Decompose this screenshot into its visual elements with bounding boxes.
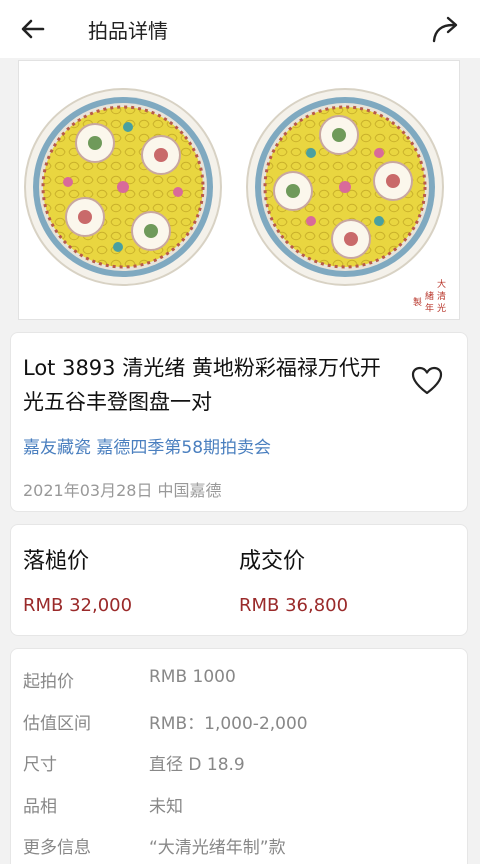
back-button[interactable]: [14, 10, 52, 48]
detail-value: 直径 D 18.9: [149, 755, 245, 775]
auction-link[interactable]: 嘉友藏瓷 嘉德四季第58期拍卖会: [23, 433, 271, 458]
details-card: 起拍价 RMB 1000 估值区间 RMB：1,000-2,000 尺寸 直径 …: [10, 648, 468, 864]
arrow-left-icon: [21, 19, 45, 39]
hammer-price-label: 落槌价: [23, 549, 90, 574]
detail-value: RMB 1000: [149, 667, 236, 687]
price-card: 落槌价 RMB 32,000 成交价 RMB 36,800: [10, 524, 468, 636]
right-plate: [246, 88, 444, 286]
share-icon: [432, 16, 458, 43]
porcelain-plates-image: 大 清 光 緒 年 製: [24, 88, 446, 314]
svg-text:光: 光: [437, 302, 446, 314]
svg-text:年: 年: [425, 302, 434, 314]
deal-price-label: 成交价: [239, 549, 306, 574]
hammer-price-value: RMB 32,000: [23, 595, 133, 616]
heart-icon: [411, 366, 443, 395]
deal-price-value: RMB 36,800: [239, 595, 349, 616]
lot-image[interactable]: 大 清 光 緒 年 製: [18, 60, 460, 320]
reign-mark: 大 清 光 緒 年 製: [413, 278, 446, 314]
page-title: 拍品详情: [88, 19, 168, 43]
svg-text:緒: 緒: [425, 290, 434, 302]
svg-text:清: 清: [437, 290, 446, 302]
lot-info-card: Lot 3893 清光绪 黄地粉彩福禄万代开光五谷丰登图盘一对 嘉友藏瓷 嘉德四…: [10, 332, 468, 512]
detail-key: 更多信息: [23, 838, 91, 858]
favorite-button[interactable]: [409, 363, 445, 399]
detail-value: 未知: [149, 797, 183, 817]
hammer-price: 落槌价 RMB 32,000: [23, 543, 132, 616]
lot-title: Lot 3893 清光绪 黄地粉彩福禄万代开光五谷丰登图盘一对: [23, 356, 381, 414]
svg-text:製: 製: [413, 296, 422, 308]
detail-key: 估值区间: [23, 714, 91, 734]
detail-key: 品相: [23, 797, 57, 817]
auction-date: 2021年03月28日 中国嘉德: [23, 481, 222, 500]
left-plate: [24, 88, 222, 286]
top-bar: 拍品详情: [0, 0, 480, 58]
svg-text:大: 大: [437, 278, 446, 290]
deal-price: 成交价 RMB 36,800: [239, 543, 348, 616]
detail-key: 尺寸: [23, 755, 57, 775]
detail-key: 起拍价: [23, 672, 74, 692]
share-button[interactable]: [428, 10, 466, 48]
detail-value: “大清光绪年制”款: [149, 838, 286, 858]
detail-value: RMB：1,000-2,000: [149, 714, 308, 734]
